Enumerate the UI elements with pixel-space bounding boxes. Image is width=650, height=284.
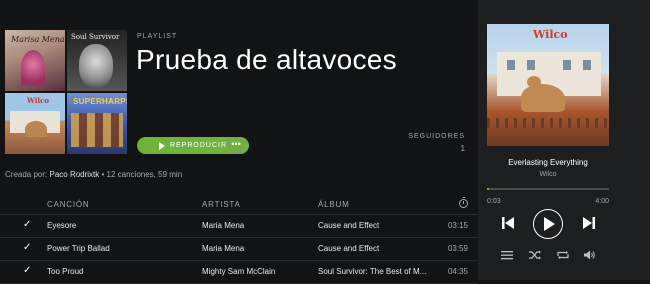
album-art-window [563, 60, 571, 70]
song-title: Eyesore [47, 221, 77, 230]
progress-bar[interactable] [487, 188, 609, 190]
previous-icon[interactable] [501, 216, 515, 230]
album-cover: SUPERHARPS [67, 93, 127, 154]
column-header-artist[interactable]: ARTISTA [202, 200, 241, 209]
now-playing-title[interactable]: Everlasting Everything [478, 158, 618, 167]
playlist-cover-mosaic[interactable]: Marisa Mena Soul Survivor Wilco SUPERHAR… [5, 30, 127, 154]
cover-text: Wilco [27, 96, 49, 105]
playlist-summary: • 12 canciones, 59 min [101, 170, 183, 179]
album-cover: Wilco [5, 93, 65, 154]
album-art-window [527, 60, 535, 70]
album-cover: Soul Survivor [67, 30, 127, 91]
album-name[interactable]: Cause and Effect [318, 244, 428, 253]
play-pause-button[interactable] [533, 209, 563, 239]
current-time: 0:03 [487, 198, 501, 205]
artist-name[interactable]: Mighty Sam McClain [202, 267, 312, 276]
check-icon: ✓ [23, 242, 32, 253]
play-button-label: REPRODUCIR [169, 142, 228, 149]
table-row[interactable]: ✓ Power Trip Ballad Maria Mena Cause and… [0, 238, 478, 261]
owner-link[interactable]: Paco Rodrixtk [49, 170, 99, 179]
artist-name[interactable]: Maria Mena [202, 221, 312, 230]
playlist-type-label: PLAYLIST [137, 33, 178, 40]
total-time: 4:00 [595, 198, 609, 205]
repeat-icon[interactable] [557, 250, 569, 260]
album-art-camel [521, 84, 565, 112]
play-icon [544, 217, 555, 231]
cover-figure [25, 121, 47, 137]
track-duration: 03:15 [447, 221, 468, 230]
cover-figure [71, 113, 123, 147]
cover-text: SUPERHARPS [73, 97, 127, 106]
cover-text: Marisa Mena [11, 35, 65, 44]
artist-name[interactable]: Maria Mena [202, 244, 312, 253]
album-art-window [583, 60, 591, 70]
queue-icon[interactable] [501, 250, 513, 260]
cover-text: Soul Survivor [71, 33, 120, 41]
album-name[interactable]: Cause and Effect [318, 221, 428, 230]
table-row[interactable]: ✓ Eyesore Maria Mena Cause and Effect 03… [0, 215, 478, 238]
tracklist-header: CANCIÓN ARTISTA ÁLBUM [0, 196, 478, 215]
playlist-view: Marisa Mena Soul Survivor Wilco SUPERHAR… [0, 0, 478, 284]
more-button[interactable]: ••• [228, 137, 244, 153]
volume-icon[interactable] [584, 250, 596, 260]
check-icon: ✓ [23, 265, 32, 276]
shuffle-icon[interactable] [529, 250, 541, 260]
cover-figure [21, 50, 45, 86]
song-title: Too Proud [47, 267, 84, 276]
now-playing-album-art[interactable]: Wilco [487, 24, 609, 146]
album-name[interactable]: Soul Survivor: The Best of M... [318, 267, 436, 276]
song-title: Power Trip Ballad [47, 244, 110, 253]
next-icon[interactable] [582, 216, 596, 230]
now-playing-artist[interactable]: Wilco [478, 171, 618, 178]
play-icon [158, 141, 165, 150]
column-header-song[interactable]: CANCIÓN [47, 200, 90, 209]
track-duration: 03:59 [447, 244, 468, 253]
clock-icon[interactable] [459, 197, 468, 208]
playlist-meta: Creada por: Paco Rodrixtk • 12 canciones… [5, 170, 182, 179]
track-duration: 04:35 [447, 267, 468, 276]
followers-label: SEGUIDORES [408, 133, 465, 140]
progress-fill [487, 188, 490, 190]
cover-figure [79, 44, 113, 88]
column-header-album[interactable]: ÁLBUM [318, 200, 350, 209]
check-icon: ✓ [23, 219, 32, 230]
page-title: Prueba de altavoces [136, 44, 397, 75]
created-by-label: Creada por: [5, 170, 48, 179]
album-cover: Marisa Mena [5, 30, 65, 91]
album-art-logo: Wilco [533, 28, 568, 41]
table-row[interactable]: ✓ Too Proud Mighty Sam McClain Soul Surv… [0, 261, 478, 284]
followers-count: 1 [460, 144, 465, 153]
album-art-window [507, 60, 515, 70]
album-art-fence [487, 118, 609, 128]
